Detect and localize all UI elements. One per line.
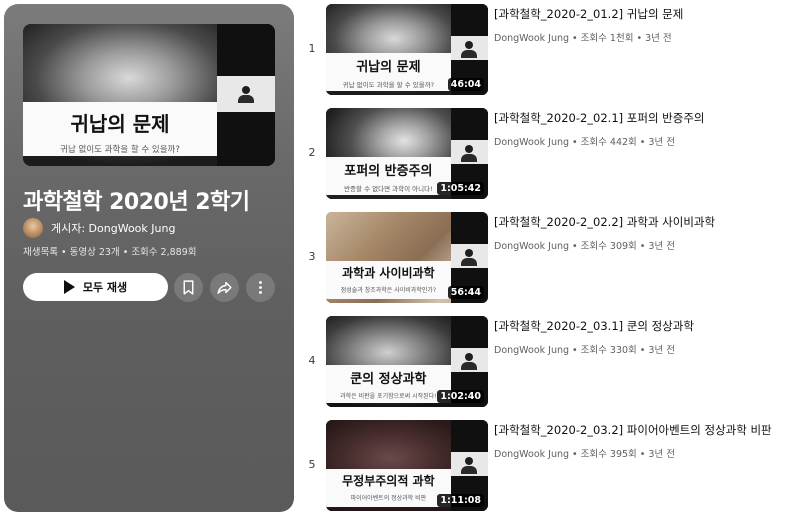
thumbnail-title: 쿤의 정상과학	[350, 372, 427, 387]
playlist-thumbnail[interactable]: 귀납의 문제 귀납 없이도 과학을 할 수 있을까?	[23, 24, 275, 166]
playlist-video-item[interactable]: 2 포퍼의 반증주의 반증할 수 없다면 과학이 아니다! 1:05:42 [과…	[306, 108, 796, 200]
video-thumbnail[interactable]: 귀납의 문제 귀납 없이도 과학을 할 수 있을까? 46:04	[326, 4, 488, 95]
video-title[interactable]: [과학철학_2020-2_02.1] 포퍼의 반증주의	[494, 110, 705, 126]
thumbnail-caption: 포퍼의 반증주의 반증할 수 없다면 과학이 아니다!	[326, 157, 451, 195]
video-title[interactable]: [과학철학_2020-2_03.2] 파이어아벤트의 정상과학 비판	[494, 422, 772, 438]
playlist-video-item[interactable]: 1 귀납의 문제 귀납 없이도 과학을 할 수 있을까? 46:04 [과학철학…	[306, 4, 796, 96]
playlist-header-panel: 귀납의 문제 귀납 없이도 과학을 할 수 있을까? 과학철학 2020년 2학…	[4, 4, 294, 512]
video-thumbnail[interactable]: 포퍼의 반증주의 반증할 수 없다면 과학이 아니다! 1:05:42	[326, 108, 488, 199]
more-options-button[interactable]	[246, 273, 275, 302]
video-duration: 1:02:40	[437, 390, 484, 403]
thumbnail-subtitle: 점성술과 창조과학은 사이비과학인가?	[340, 287, 437, 294]
lecturer-video	[450, 452, 488, 476]
play-icon	[63, 280, 75, 294]
play-all-button[interactable]: 모두 재생	[23, 273, 168, 301]
video-duration: 1:11:08	[437, 494, 484, 507]
lecturer-video	[450, 348, 488, 372]
lecturer-figure	[461, 145, 478, 162]
video-index: 4	[308, 354, 316, 367]
video-meta: DongWook Jung • 조회수 395회 • 3년 전	[494, 449, 675, 460]
playlist-title: 과학철학 2020년 2학기	[23, 190, 250, 215]
play-all-label: 모두 재생	[82, 281, 128, 294]
thumbnail-caption: 쿤의 정상과학 과학은 비판을 포기함으로써 시작된다!	[326, 365, 451, 403]
video-meta: DongWook Jung • 조회수 1천회 • 3년 전	[494, 33, 672, 44]
thumbnail-title: 무정부주의적 과학	[342, 474, 435, 488]
thumbnail-subtitle: 과학은 비판을 포기함으로써 시작된다!	[340, 393, 437, 400]
lecturer-video	[450, 140, 488, 164]
thumbnail-title: 과학과 사이비과학	[342, 266, 435, 280]
share-icon	[217, 281, 232, 294]
more-icon	[259, 281, 262, 294]
lecturer-video	[450, 244, 488, 268]
thumbnail-subtitle: 귀납 없이도 과학을 할 수 있을까?	[342, 81, 435, 89]
thumbnail-caption: 과학과 사이비과학 점성술과 창조과학은 사이비과학인가?	[326, 261, 451, 299]
video-meta: DongWook Jung • 조회수 309회 • 3년 전	[494, 241, 675, 252]
video-title[interactable]: [과학철학_2020-2_03.1] 쿤의 정상과학	[494, 318, 694, 334]
video-duration: 56:44	[447, 286, 484, 299]
video-title[interactable]: [과학철학_2020-2_02.2] 과학과 사이비과학	[494, 214, 715, 230]
playlist-video-item[interactable]: 4 쿤의 정상과학 과학은 비판을 포기함으로써 시작된다! 1:02:40 […	[306, 316, 796, 408]
thumbnail-title: 포퍼의 반증주의	[344, 164, 433, 179]
video-meta: DongWook Jung • 조회수 330회 • 3년 전	[494, 345, 675, 356]
video-index: 1	[308, 42, 316, 55]
thumbnail-caption: 귀납의 문제 귀납 없이도 과학을 할 수 있을까?	[326, 53, 451, 91]
playlist-owner[interactable]: 게시자: DongWook Jung	[23, 218, 175, 238]
lecturer-video	[217, 76, 275, 112]
video-thumbnail[interactable]: 쿤의 정상과학 과학은 비판을 포기함으로써 시작된다! 1:02:40	[326, 316, 488, 407]
thumbnail-title: 귀납의 문제	[356, 60, 421, 75]
thumbnail-title: 귀납의 문제	[70, 112, 170, 136]
playlist-video-item[interactable]: 3 과학과 사이비과학 점성술과 창조과학은 사이비과학인가? 56:44 [과…	[306, 212, 796, 304]
lecturer-video	[450, 36, 488, 60]
thumbnail-caption: 무정부주의적 과학 파이어아벤트의 정상과학 비판	[326, 469, 451, 507]
video-index: 5	[308, 458, 316, 471]
thumbnail-subtitle: 파이어아벤트의 정상과학 비판	[350, 495, 427, 502]
video-index: 3	[308, 250, 316, 263]
video-duration: 1:05:42	[437, 182, 484, 195]
lecturer-figure	[461, 353, 478, 370]
playlist-meta: 재생목록 • 동영상 23개 • 조회수 2,889회	[23, 247, 197, 258]
thumbnail-caption: 귀납의 문제 귀납 없이도 과학을 할 수 있을까?	[23, 102, 218, 156]
lecturer-figure	[461, 41, 478, 58]
video-index: 2	[308, 146, 316, 159]
bookmark-icon	[183, 280, 194, 295]
video-thumbnail[interactable]: 과학과 사이비과학 점성술과 창조과학은 사이비과학인가? 56:44	[326, 212, 488, 303]
share-button[interactable]	[210, 273, 239, 302]
video-thumbnail[interactable]: 무정부주의적 과학 파이어아벤트의 정상과학 비판 1:11:08	[326, 420, 488, 511]
save-playlist-button[interactable]	[174, 273, 203, 302]
thumbnail-subtitle: 반증할 수 없다면 과학이 아니다!	[344, 185, 433, 193]
thumbnail-subtitle: 귀납 없이도 과학을 할 수 있을까?	[60, 145, 180, 155]
owner-name[interactable]: 게시자: DongWook Jung	[51, 220, 175, 236]
video-duration: 46:04	[447, 78, 484, 91]
playlist-video-item[interactable]: 5 무정부주의적 과학 파이어아벤트의 정상과학 비판 1:11:08 [과학철…	[306, 420, 796, 512]
lecturer-figure	[461, 457, 478, 474]
avatar[interactable]	[23, 218, 43, 238]
video-title[interactable]: [과학철학_2020-2_01.2] 귀납의 문제	[494, 6, 683, 22]
lecturer-figure	[461, 249, 478, 266]
lecturer-figure	[238, 86, 255, 103]
video-meta: DongWook Jung • 조회수 442회 • 3년 전	[494, 137, 675, 148]
